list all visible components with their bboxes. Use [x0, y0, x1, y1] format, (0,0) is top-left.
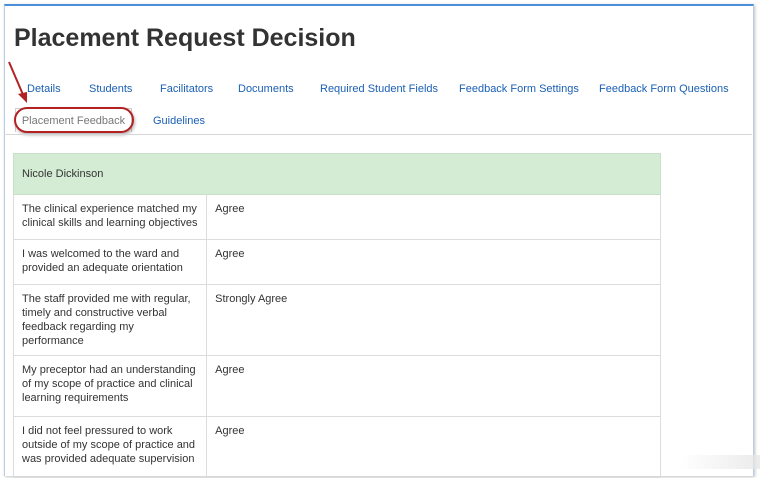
- question-cell: My preceptor had an understanding of my …: [12, 355, 208, 417]
- tab-documents[interactable]: Documents: [238, 83, 294, 95]
- question-cell: The staff provided me with regular, time…: [12, 284, 208, 356]
- feedback-table: Nicole Dickinson The clinical experience…: [12, 153, 661, 478]
- tab-feedback-form-questions[interactable]: Feedback Form Questions: [599, 83, 729, 95]
- table-row: I did not feel pressured to work outside…: [12, 416, 661, 478]
- table-header-row: Nicole Dickinson: [13, 153, 661, 195]
- tab-students[interactable]: Students: [89, 83, 132, 95]
- table-row: The clinical experience matched my clini…: [12, 194, 661, 240]
- student-name: Nicole Dickinson: [13, 153, 661, 195]
- tab-details[interactable]: Details: [27, 83, 61, 95]
- question-cell: The clinical experience matched my clini…: [12, 194, 208, 240]
- table-row: I was welcomed to the ward and provided …: [12, 239, 661, 285]
- page-title: Placement Request Decision: [14, 24, 356, 52]
- table-row: The staff provided me with regular, time…: [12, 284, 661, 356]
- answer-cell: Agree: [206, 355, 661, 417]
- question-cell: I did not feel pressured to work outside…: [12, 416, 208, 478]
- tab-feedback-form-settings[interactable]: Feedback Form Settings: [459, 83, 579, 95]
- answer-cell: Agree: [206, 239, 661, 285]
- question-cell: I was welcomed to the ward and provided …: [12, 239, 208, 285]
- answer-cell: Strongly Agree: [206, 284, 661, 356]
- tab-required-student-fields[interactable]: Required Student Fields: [320, 83, 438, 95]
- answer-cell: Agree: [206, 416, 661, 478]
- answer-cell: Agree: [206, 194, 661, 240]
- tab-placement-feedback[interactable]: Placement Feedback: [15, 108, 132, 132]
- tabs-divider: [4, 134, 752, 135]
- table-row: My preceptor had an understanding of my …: [12, 355, 661, 417]
- tab-guidelines[interactable]: Guidelines: [153, 115, 205, 127]
- fade-edge: [680, 455, 760, 469]
- tab-facilitators[interactable]: Facilitators: [160, 83, 213, 95]
